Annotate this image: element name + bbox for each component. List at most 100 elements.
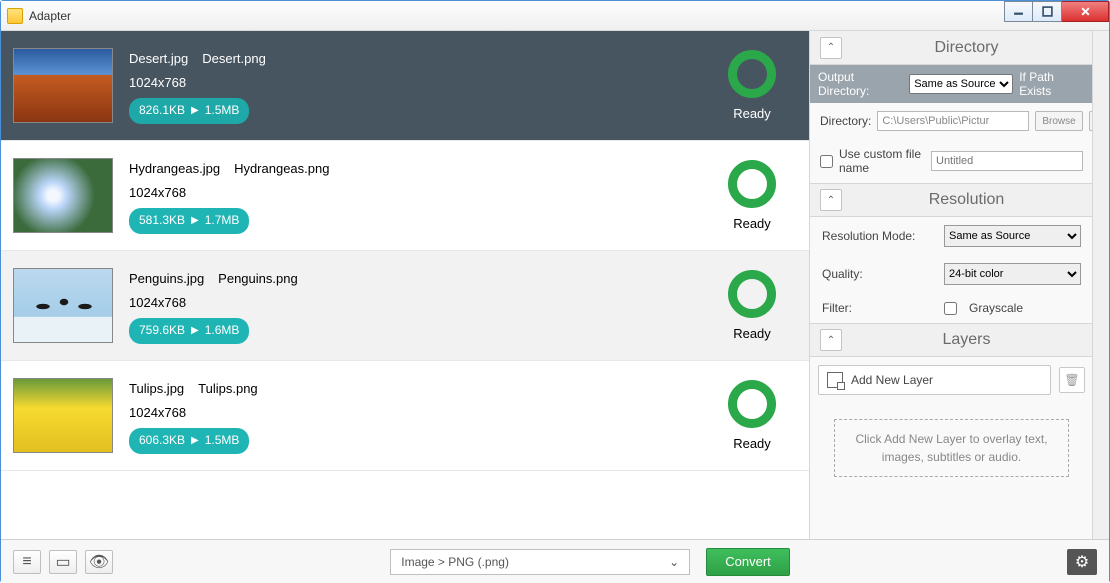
dest-filename: Tulips.png — [198, 381, 258, 396]
terminal-icon: ▭ — [55, 552, 70, 572]
size-out: 1.6MB — [205, 320, 240, 342]
browse-button[interactable]: Browse — [1035, 111, 1082, 131]
window-title: Adapter — [29, 9, 71, 23]
bottom-bar: ≡ ▭ 👁 Image > PNG (.png) ⌄ Convert ⚙ — [1, 539, 1109, 583]
thumbnail — [13, 158, 113, 233]
chevron-up-icon[interactable]: ⌃ — [820, 329, 842, 351]
quality-select[interactable]: 24-bit color — [944, 263, 1081, 285]
side-panel: ⌃ Directory Output Directory: Same as So… — [809, 31, 1109, 539]
eye-icon: 👁 — [89, 552, 109, 572]
section-layers-header[interactable]: ⌃ Layers — [810, 323, 1093, 357]
section-title: Layers — [850, 331, 1083, 349]
status-label: Ready — [707, 436, 797, 451]
size-pill: 759.6KB ▶ 1.6MB — [129, 318, 249, 344]
maximize-button[interactable] — [1033, 1, 1062, 22]
section-directory-header[interactable]: ⌃ Directory — [810, 31, 1093, 65]
chevron-up-icon[interactable]: ⌃ — [820, 189, 842, 211]
size-in: 606.3KB — [139, 430, 185, 452]
custom-filename-checkbox[interactable] — [820, 155, 833, 168]
file-row[interactable]: Tulips.jpg Tulips.png 1024x768 606.3KB ▶ 1.5M… — [1, 361, 809, 471]
chevron-up-icon[interactable]: ⌃ — [820, 37, 842, 59]
thumbnail — [13, 268, 113, 343]
output-format-select[interactable]: Image > PNG (.png) ⌄ — [390, 549, 690, 575]
output-directory-select[interactable]: Same as Source — [909, 74, 1013, 94]
app-icon — [7, 8, 23, 24]
file-row[interactable]: Hydrangeas.jpg Hydrangeas.png 1024x768 581.… — [1, 141, 809, 251]
output-format-value: Image > PNG (.png) — [401, 555, 509, 569]
source-filename: Penguins.jpg — [129, 271, 204, 286]
chevron-down-icon: ⌄ — [669, 555, 679, 569]
arrow-icon: ▶ — [191, 322, 199, 340]
grayscale-label: Grayscale — [969, 301, 1023, 315]
thumbnail — [13, 48, 113, 123]
list-view-button[interactable]: ≡ — [13, 550, 41, 574]
add-layer-button[interactable]: Add New Layer — [818, 365, 1051, 395]
gear-icon: ⚙ — [1075, 552, 1089, 572]
dest-filename: Hydrangeas.png — [234, 161, 329, 176]
section-resolution-header[interactable]: ⌃ Resolution — [810, 183, 1093, 217]
thumbnail — [13, 378, 113, 453]
arrow-icon: ▶ — [191, 432, 199, 450]
size-out: 1.5MB — [205, 100, 240, 122]
custom-filename-input[interactable] — [931, 151, 1083, 171]
minimize-button[interactable] — [1004, 1, 1033, 22]
terminal-view-button[interactable]: ▭ — [49, 550, 77, 574]
custom-filename-row: Use custom file name — [810, 139, 1093, 183]
source-filename: Desert.jpg — [129, 51, 188, 66]
file-meta: Desert.jpgDesert.png1024x768826.1KB▶1.5M… — [129, 47, 707, 123]
file-meta: Tulips.jpg Tulips.png 1024x768 606.3KB ▶ 1.5M… — [129, 377, 707, 453]
layers-hint: Click Add New Layer to overlay text, ima… — [834, 419, 1069, 477]
quality-label: Quality: — [822, 267, 932, 281]
add-layer-label: Add New Layer — [851, 373, 933, 387]
resolution-mode-select[interactable]: Same as Source — [944, 225, 1081, 247]
delete-layer-button[interactable]: 🗑 — [1059, 367, 1085, 393]
status-label: Ready — [707, 216, 797, 231]
output-directory-row: Output Directory: Same as Source If Path… — [810, 65, 1093, 103]
file-meta: Hydrangeas.jpg Hydrangeas.png 1024x768 581.… — [129, 157, 707, 233]
source-filename: Hydrangeas.jpg — [129, 161, 220, 176]
status-label: Ready — [707, 106, 797, 121]
convert-button[interactable]: Convert — [706, 548, 790, 576]
status: Ready — [707, 160, 797, 231]
size-out: 1.5MB — [205, 430, 240, 452]
size-out: 1.7MB — [205, 210, 240, 232]
status: Ready — [707, 270, 797, 341]
grayscale-checkbox[interactable] — [944, 302, 957, 315]
settings-button[interactable]: ⚙ — [1067, 549, 1097, 575]
file-meta: Penguins.jpg Penguins.png 1024x768 759.6KB ▶… — [129, 267, 707, 343]
if-path-exists-label: If Path Exists — [1019, 70, 1085, 98]
resolution-mode-label: Resolution Mode: — [822, 229, 932, 243]
dimensions: 1024x768 — [129, 291, 707, 314]
ready-ring-icon — [728, 270, 776, 318]
directory-label: Directory: — [820, 114, 871, 128]
filter-label: Filter: — [822, 301, 932, 315]
preview-button[interactable]: 👁 — [85, 550, 113, 574]
dimensions: 1024x768 — [129, 181, 707, 204]
source-filename: Tulips.jpg — [129, 381, 184, 396]
file-row[interactable]: Penguins.jpg Penguins.png 1024x768 759.6KB ▶… — [1, 251, 809, 361]
list-icon: ≡ — [22, 553, 31, 571]
file-list: Desert.jpgDesert.png1024x768826.1KB▶1.5M… — [1, 31, 809, 539]
size-in: 581.3KB — [139, 210, 185, 232]
size-pill: 606.3KB ▶ 1.5MB — [129, 428, 249, 454]
size-in: 759.6KB — [139, 320, 185, 342]
status: Ready — [707, 50, 797, 121]
directory-input[interactable] — [877, 111, 1029, 131]
dimensions: 1024x768 — [129, 401, 707, 424]
ready-ring-icon — [728, 50, 776, 98]
arrow-icon: ▶ — [191, 102, 199, 120]
reveal-button[interactable]: Reveal — [1089, 111, 1109, 131]
size-pill: 826.1KB▶1.5MB — [129, 98, 249, 124]
dimensions: 1024x768 — [129, 71, 707, 94]
trash-icon: 🗑 — [1064, 373, 1079, 387]
dest-filename: Desert.png — [202, 51, 266, 66]
section-title: Directory — [850, 39, 1083, 57]
status-label: Ready — [707, 326, 797, 341]
directory-row: Directory: Browse Reveal — [810, 103, 1093, 139]
file-row[interactable]: Desert.jpgDesert.png1024x768826.1KB▶1.5M… — [1, 31, 809, 141]
close-button[interactable] — [1062, 1, 1109, 22]
custom-filename-label: Use custom file name — [839, 147, 925, 175]
status: Ready — [707, 380, 797, 451]
arrow-icon: ▶ — [191, 212, 199, 230]
dest-filename: Penguins.png — [218, 271, 298, 286]
